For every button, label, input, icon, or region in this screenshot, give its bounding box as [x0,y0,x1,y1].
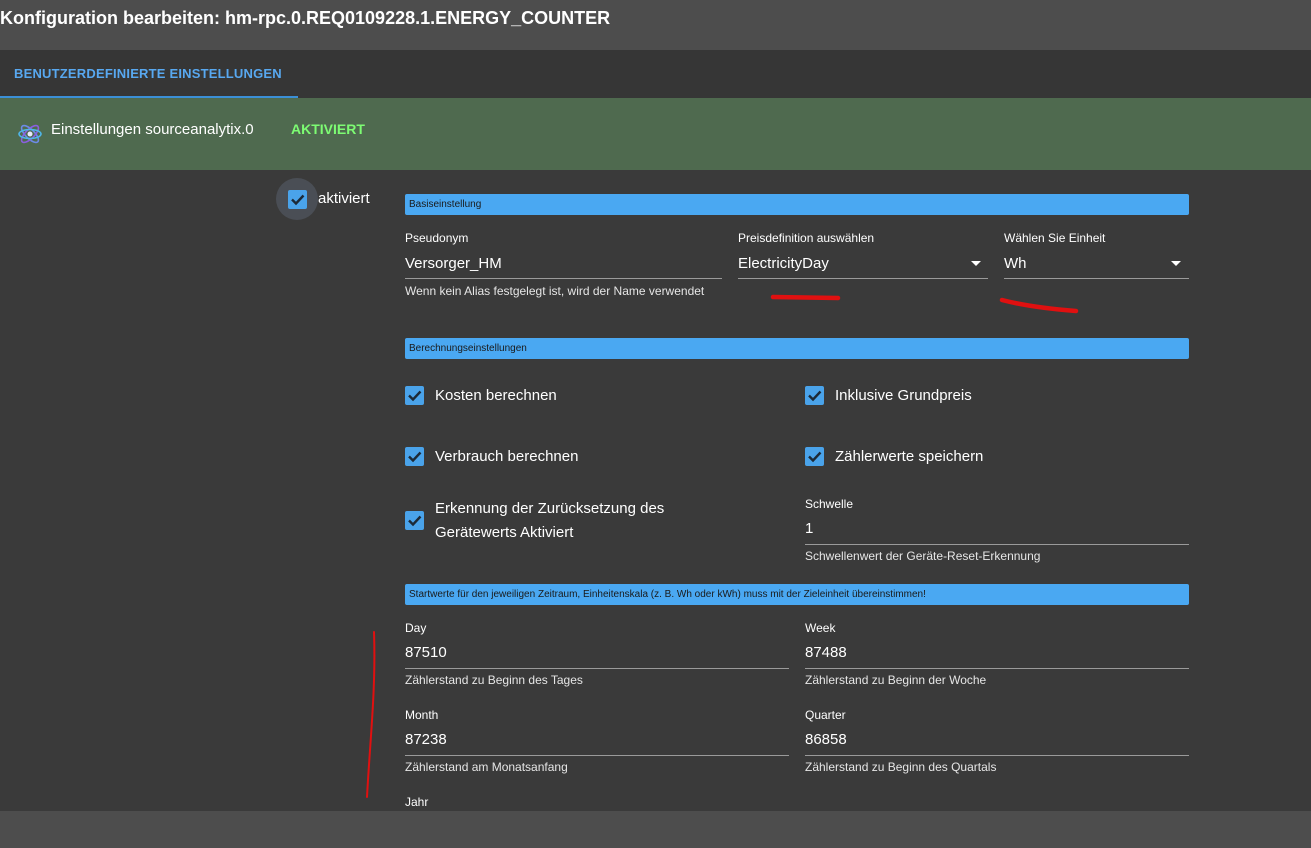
quarter-helper-text: Zählerstand zu Beginn des Quartals [805,760,997,774]
week-underline [805,668,1189,669]
section-title-basic: Basiseinstellung [409,199,482,210]
reset-detection-label: Erkennung der Zurücksetzung des Gerätewe… [435,500,665,541]
unit-underline [1004,278,1189,279]
checkmark-icon [808,451,822,463]
checkmark-icon [808,390,822,402]
threshold-helper-text: Schwellenwert der Geräte-Reset-Erkennung [805,549,1041,563]
threshold-input[interactable]: 1 [805,520,813,537]
threshold-label: Schwelle [805,497,854,511]
week-helper-text: Zählerstand zu Beginn der Woche [805,673,987,687]
year-label: Jahr [405,795,429,809]
alias-input[interactable]: Versorger_HM [405,255,502,272]
section-header-start-values: Startwerte für den jeweiligen Zeitraum, … [405,584,1189,605]
alias-helper-text: Wenn kein Alias festgelegt ist, wird der… [405,284,705,298]
calculate-costs-checkbox[interactable] [405,386,424,405]
price-definition-underline [738,278,988,279]
day-label: Day [405,621,427,635]
unit-label: Wählen Sie Einheit [1004,231,1106,245]
checkmark-icon [291,194,305,206]
dialog-titlebar: Konfiguration bearbeiten: hm-rpc.0.REQ01… [0,0,1311,50]
month-helper-text: Zählerstand am Monatsanfang [405,760,568,774]
include-base-price-checkbox[interactable] [805,386,824,405]
quarter-input[interactable]: 86858 [805,731,847,748]
checkmark-icon [408,515,422,527]
quarter-underline [805,755,1189,756]
day-underline [405,668,789,669]
include-base-price-label: Inklusive Grundpreis [835,387,972,404]
atom-icon [18,124,42,144]
save-counter-values-label: Zählerwerte speichern [835,448,984,465]
month-label: Month [405,708,439,722]
section-title-calculation: Berechnungseinstellungen [409,343,527,354]
week-label: Week [805,621,836,635]
checkmark-icon [408,390,422,402]
section-title-start-values: Startwerte für den jeweiligen Zeitraum, … [409,589,926,600]
month-underline [405,755,789,756]
chevron-down-icon[interactable] [1171,261,1181,266]
price-definition-label: Preisdefinition auswählen [738,231,875,245]
price-definition-select[interactable]: ElectricityDay [738,255,829,272]
reset-detection-checkbox[interactable] [405,511,424,530]
chevron-down-icon[interactable] [971,261,981,266]
tab-custom-settings[interactable]: BENUTZERDEFINIERTE EINSTELLUNGEN [0,50,298,98]
alias-label: Pseudonym [405,231,469,245]
calculate-consumption-label: Verbrauch berechnen [435,448,579,465]
month-input[interactable]: 87238 [405,731,447,748]
calculate-consumption-checkbox[interactable] [405,447,424,466]
checkmark-icon [408,451,422,463]
enabled-checkbox[interactable] [288,190,307,209]
adapter-name: Einstellungen sourceanalytix.0 [51,121,254,138]
day-input[interactable]: 87510 [405,644,447,661]
adapter-status-badge: AKTIVIERT [291,121,365,137]
threshold-underline [805,544,1189,545]
tab-bar: BENUTZERDEFINIERTE EINSTELLUNGEN [0,50,1311,98]
week-input[interactable]: 87488 [805,644,847,661]
section-header-calculation: Berechnungseinstellungen [405,338,1189,359]
save-counter-values-checkbox[interactable] [805,447,824,466]
quarter-label: Quarter [805,708,846,722]
enabled-label: aktiviert [318,190,370,207]
tab-custom-settings-label: BENUTZERDEFINIERTE EINSTELLUNGEN [14,66,282,81]
unit-select[interactable]: Wh [1004,255,1027,272]
dialog-title: Konfiguration bearbeiten: hm-rpc.0.REQ01… [0,8,611,28]
section-header-basic: Basiseinstellung [405,194,1189,215]
day-helper-text: Zählerstand zu Beginn des Tages [405,673,583,687]
calculate-costs-label: Kosten berechnen [435,387,557,404]
alias-input-underline [405,278,722,279]
dialog-footer [0,811,1311,848]
